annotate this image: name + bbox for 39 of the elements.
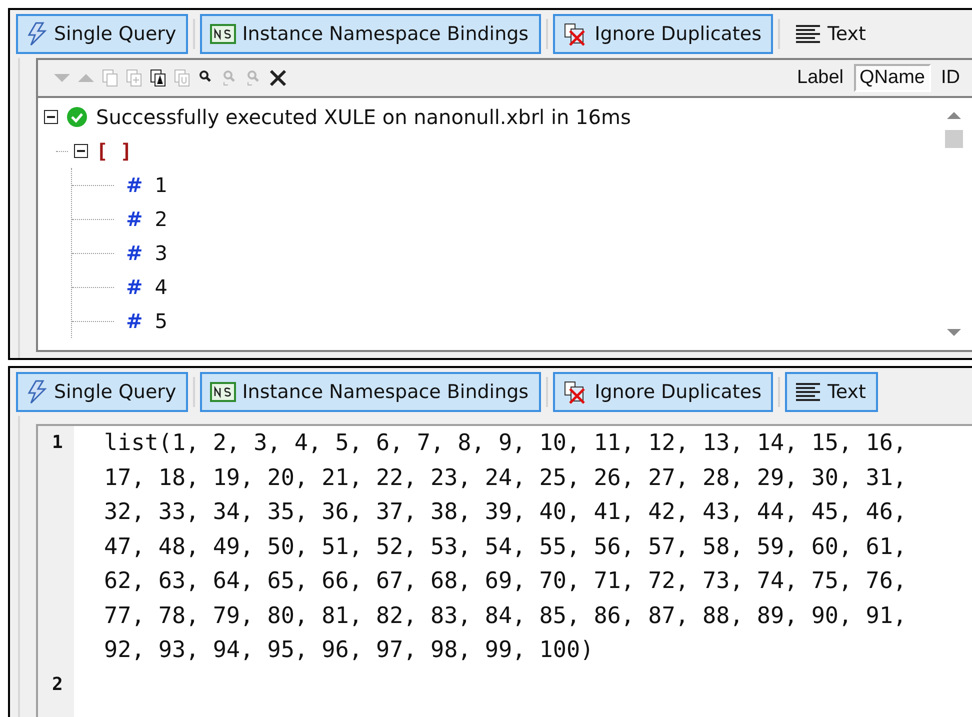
number-symbol: # <box>126 207 143 231</box>
toggle-button[interactable]: Text <box>785 372 878 412</box>
success-check-icon <box>66 106 88 128</box>
number-symbol: # <box>126 275 143 299</box>
text-lines-icon <box>795 24 822 44</box>
number-symbol: # <box>126 173 143 197</box>
copy-icon[interactable] <box>148 68 168 88</box>
number-symbol: # <box>126 241 143 265</box>
line-number: 1 <box>38 426 74 668</box>
tree-item[interactable]: 5 <box>154 309 168 333</box>
toggle-button[interactable]: Instance Namespace Bindings <box>200 372 541 412</box>
lightning-icon <box>26 22 48 46</box>
name-mode-tab[interactable]: ID <box>935 64 966 92</box>
collapse-toggle[interactable] <box>44 110 58 124</box>
text-lines-icon <box>795 382 822 402</box>
toggle-button[interactable]: Ignore Duplicates <box>552 372 774 412</box>
toggle-button[interactable]: Instance Namespace Bindings <box>200 14 541 54</box>
toggle-button[interactable]: Single Query <box>16 14 188 54</box>
name-mode-tab[interactable]: QName <box>854 64 931 92</box>
toggle-button[interactable]: Text <box>785 14 878 54</box>
namespace-icon <box>210 24 236 44</box>
result-message: Successfully executed XULE on nanonull.xbrl in 16ms <box>96 105 631 129</box>
toggle-button[interactable]: Single Query <box>16 372 188 412</box>
tree-item[interactable]: 2 <box>154 207 168 231</box>
name-mode-tab[interactable]: Label <box>791 64 850 92</box>
number-symbol: # <box>126 309 143 333</box>
code-text: list(1, 2, 3, 4, 5, 6, 7, 8, 9, 10, 11, 12, 13, 14, 15, 16, 17, 18, 19, 20, 21, 22, 23, 24, 25, 26, 27, 28, 29, 30, 31, 32, 33, 34, 35, 36, 37, 38, 39, 40, 41, 42, 43, 44, 45, 46, 47, 48, 49, 50, 51, 52, 53, 54, 55, 56, 57, 58, 59, 60, 61, 62, 63, 64, 65, 66, 67, 68, 69, 70, 71, 72, 73, 74, 75, 76, 77, 78, 79, 80, 81, 82, 83, 84, 85, 86, 87, 88, 89, 90, 91, 92, 93, 94, 95, 96, 97, 98, 99, 100) <box>103 429 908 665</box>
tree-item[interactable]: 3 <box>154 241 168 265</box>
line-number-gutter <box>38 702 74 717</box>
lightning-icon <box>26 380 48 404</box>
list-node[interactable]: [ ] <box>96 139 132 163</box>
close-icon[interactable] <box>268 68 288 88</box>
namespace-icon <box>210 382 236 402</box>
tree-item[interactable]: 1 <box>154 173 168 197</box>
collapse-toggle[interactable] <box>74 144 88 158</box>
scroll-thumb[interactable] <box>945 130 963 148</box>
toggle-button[interactable]: Ignore Duplicates <box>552 14 774 54</box>
line-number: 2 <box>38 668 74 702</box>
tree-item[interactable]: 4 <box>154 275 168 299</box>
